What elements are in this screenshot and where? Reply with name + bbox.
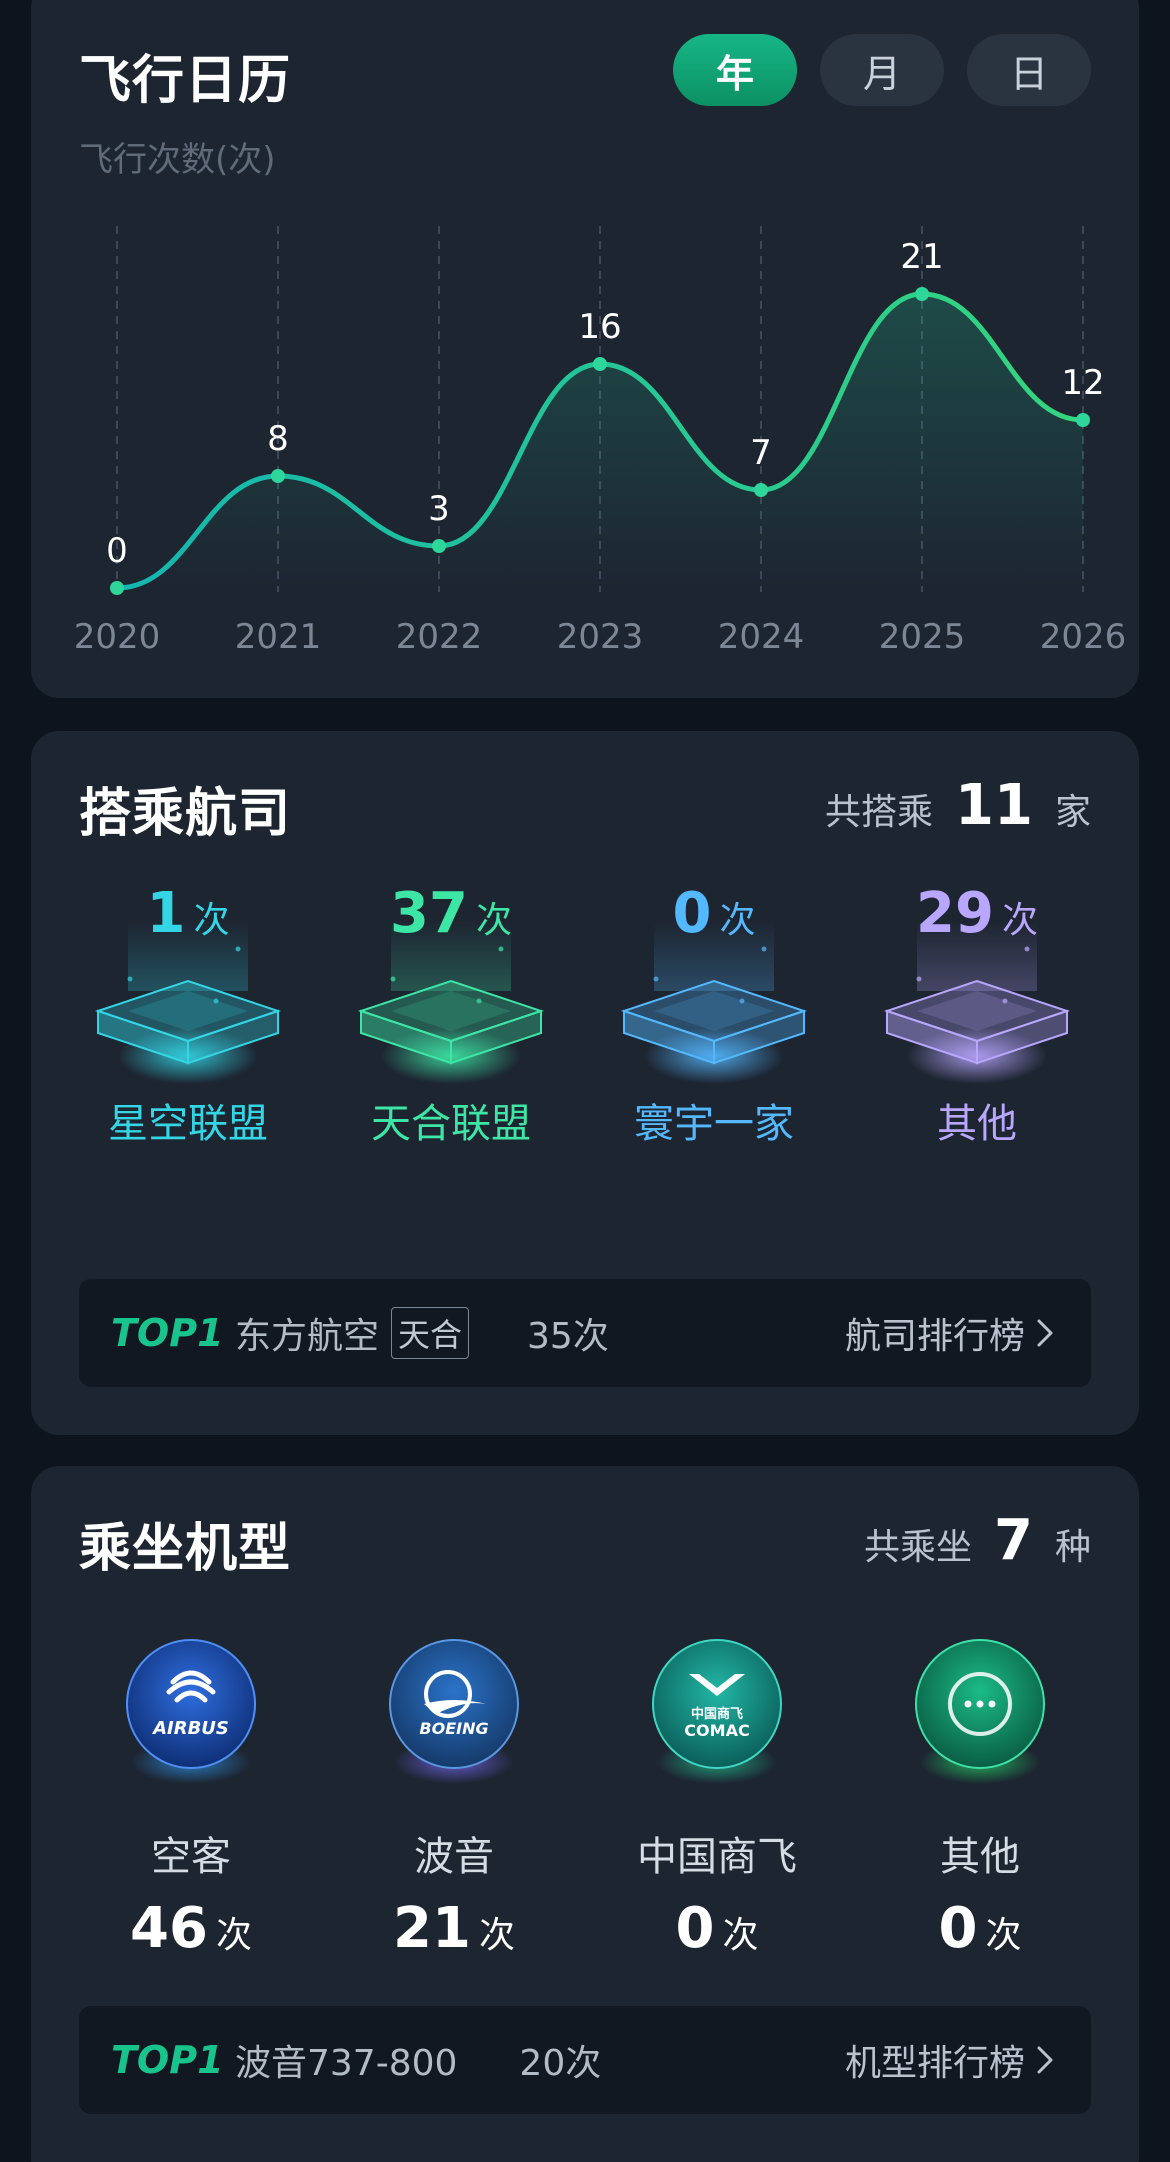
- maker-count-unit: 次: [215, 1915, 252, 1956]
- top1-badge: TOP1: [111, 2038, 224, 2082]
- aircraft-total-prefix: 共乘坐: [864, 1527, 973, 1568]
- maker-count-value: 46: [130, 1896, 208, 1961]
- airlines-total-suffix: 家: [1054, 792, 1091, 833]
- x-tick-label: 2025: [879, 617, 966, 657]
- cyan-platform-icon: [94, 921, 282, 1084]
- svg-text:COMAC: COMAC: [684, 1721, 749, 1740]
- flight-calendar-card: 飞行日历 年 月 日 飞行次数(次) 0 2020 8 2021 3 2022 16 2023…: [31, 0, 1139, 698]
- data-point[interactable]: [271, 469, 285, 483]
- maker-count: 21 次: [344, 1896, 564, 1961]
- maker-count-value: 0: [675, 1896, 715, 1961]
- comac-logo-icon: 中国商飞 COMAC: [652, 1639, 782, 1784]
- maker-count-unit: 次: [985, 1915, 1022, 1956]
- airline-ranking-label: 航司排行榜: [844, 1316, 1025, 1357]
- airlines-title: 搭乘航司: [79, 784, 292, 844]
- alliance-name: 其他: [937, 1101, 1017, 1147]
- purple-platform-icon: [883, 921, 1071, 1084]
- alliance-name: 星空联盟: [108, 1101, 268, 1147]
- airlines-total-prefix: 共搭乘: [825, 792, 934, 833]
- alliance-name: 寰宇一家: [634, 1101, 794, 1147]
- more-icon: [915, 1639, 1045, 1784]
- maker-boeing[interactable]: BOEING 波音 21 次: [344, 1634, 564, 1961]
- maker-name: 其他: [940, 1834, 1020, 1880]
- aircraft-total-suffix: 种: [1054, 1527, 1091, 1568]
- x-tick-label: 2024: [718, 617, 805, 657]
- x-tick-label: 2020: [74, 617, 161, 657]
- maker-count: 0 次: [607, 1896, 827, 1961]
- airbus-logo-text: AIRBUS: [151, 1718, 229, 1739]
- airlines-total: 共搭乘 11 家: [825, 773, 1091, 838]
- alliance-name: 天合联盟: [371, 1101, 531, 1147]
- data-point[interactable]: [915, 287, 929, 301]
- data-point[interactable]: [432, 539, 446, 553]
- svg-text:中国商飞: 中国商飞: [691, 1706, 743, 1722]
- data-label: 21: [900, 237, 943, 277]
- top-airline-bar[interactable]: TOP1 东方航空 天合 35次 航司排行榜: [79, 1279, 1091, 1387]
- maker-name: 空客: [151, 1834, 231, 1880]
- airlines-total-value: 11: [955, 773, 1033, 838]
- chevron-right-icon: [1037, 1319, 1053, 1347]
- maker-airbus[interactable]: AIRBUS 空客 46 次: [81, 1634, 301, 1961]
- data-point[interactable]: [754, 483, 768, 497]
- boeing-logo-text: BOEING: [419, 1719, 488, 1738]
- data-label: 12: [1061, 363, 1104, 403]
- x-tick-label: 2023: [557, 617, 644, 657]
- aircraft-title: 乘坐机型: [79, 1519, 292, 1579]
- data-label: 16: [578, 307, 621, 347]
- airline-ranking-link[interactable]: 航司排行榜: [845, 1307, 1065, 1359]
- data-point[interactable]: [1076, 413, 1090, 427]
- data-label: 7: [750, 433, 772, 473]
- data-point[interactable]: [110, 581, 124, 595]
- alliance-item[interactable]: 0 次寰宇一家: [614, 881, 814, 1201]
- data-label: 8: [267, 419, 289, 459]
- top-airline-alliance-tag: 天合: [391, 1307, 470, 1359]
- top-aircraft-name: 波音737-800: [235, 2043, 458, 2084]
- chevron-right-icon: [1037, 2046, 1053, 2074]
- maker-other[interactable]: 其他 0 次: [870, 1634, 1090, 1961]
- aircraft-total-value: 7: [994, 1508, 1033, 1573]
- maker-count: 0 次: [870, 1896, 1090, 1961]
- top1-badge: TOP1: [111, 1311, 224, 1355]
- maker-comac[interactable]: 中国商飞 COMAC 中国商飞 0 次: [607, 1634, 827, 1961]
- top-aircraft-count: 20次: [519, 2043, 602, 2084]
- data-point[interactable]: [593, 357, 607, 371]
- blue-platform-icon: [620, 921, 808, 1084]
- maker-count-value: 21: [393, 1896, 471, 1961]
- top-aircraft-bar[interactable]: TOP1 波音737-800 20次 机型排行榜: [79, 2006, 1091, 2114]
- boeing-logo-icon: BOEING: [389, 1639, 519, 1784]
- maker-count-unit: 次: [722, 1915, 759, 1956]
- airlines-card: 搭乘航司 共搭乘 11 家 1 次星空联盟 37 次天合联盟 0 次寰宇一家 29 次其他 T…: [31, 731, 1139, 1435]
- maker-name: 波音: [414, 1834, 494, 1880]
- top-airline-count: 35次: [527, 1316, 609, 1357]
- aircraft-total: 共乘坐 7 种: [864, 1508, 1091, 1573]
- data-label: 3: [428, 489, 450, 529]
- alliance-item[interactable]: 1 次星空联盟: [88, 881, 288, 1201]
- x-tick-label: 2022: [396, 617, 483, 657]
- maker-count: 46 次: [81, 1896, 301, 1961]
- data-label: 0: [106, 531, 128, 571]
- aircraft-ranking-link[interactable]: 机型排行榜: [845, 2034, 1065, 2086]
- x-tick-label: 2026: [1040, 617, 1127, 657]
- maker-count-value: 0: [938, 1896, 978, 1961]
- flight-count-line-chart: 0 2020 8 2021 3 2022 16 2023 7 2024 21 2025 12 2026: [74, 226, 1127, 657]
- airbus-logo-icon: AIRBUS: [126, 1639, 256, 1784]
- alliance-item[interactable]: 29 次其他: [877, 881, 1077, 1201]
- top-airline-name: 东方航空: [235, 1316, 380, 1357]
- green-platform-icon: [357, 921, 545, 1084]
- x-tick-label: 2021: [235, 617, 322, 657]
- maker-name: 中国商飞: [637, 1834, 797, 1880]
- aircraft-card: 乘坐机型 共乘坐 7 种 AIRBUS 空客 46 次 BOEING 波音 21…: [31, 1466, 1139, 2162]
- aircraft-ranking-label: 机型排行榜: [844, 2043, 1025, 2084]
- alliance-item[interactable]: 37 次天合联盟: [351, 881, 551, 1201]
- maker-count-unit: 次: [478, 1915, 515, 1956]
